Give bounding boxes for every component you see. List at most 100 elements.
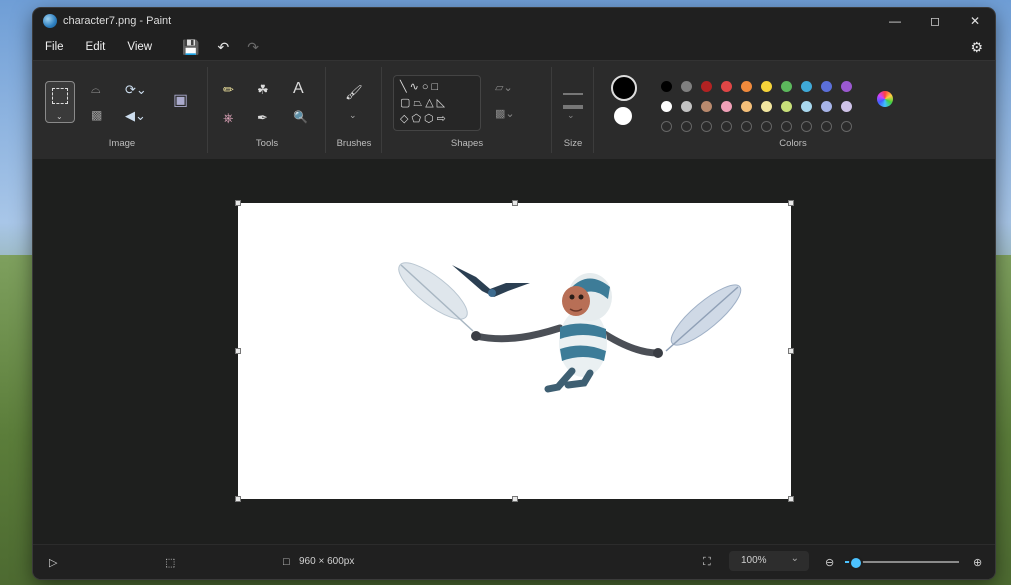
custom-color-slot[interactable] <box>681 121 692 132</box>
character-head <box>562 273 612 321</box>
title-bar: character7.png - Paint — ◻ ✕ <box>33 8 995 34</box>
paint-app-icon <box>43 14 57 28</box>
zoom-in-icon[interactable]: ⊕ <box>973 556 982 569</box>
palette-swatch[interactable] <box>761 101 772 112</box>
window-title: character7.png - Paint <box>63 15 172 27</box>
resize-handle-top-left[interactable] <box>235 200 241 206</box>
selection-tool-button[interactable]: ⌄ <box>45 81 75 123</box>
settings-gear-icon[interactable]: ⚙ <box>970 39 983 56</box>
image-select-icon[interactable]: ▣ <box>173 93 188 109</box>
menu-edit[interactable]: Edit <box>86 41 106 53</box>
custom-color-slot[interactable] <box>741 121 752 132</box>
size-icon[interactable] <box>563 93 583 109</box>
zoom-dropdown[interactable]: 100% ⌄ <box>729 551 809 571</box>
resize-handle-bottom[interactable] <box>512 496 518 502</box>
custom-color-slot[interactable] <box>781 121 792 132</box>
zoom-out-icon[interactable]: ⊖ <box>825 556 834 569</box>
palette-swatch[interactable] <box>741 81 752 92</box>
redo-icon[interactable]: ↷ <box>247 39 259 56</box>
canvas-size-text: 960 × 600px <box>299 556 355 567</box>
maximize-button[interactable]: ◻ <box>915 8 955 34</box>
resize-handle-top[interactable] <box>512 200 518 206</box>
palette-swatch[interactable] <box>741 101 752 112</box>
minimize-button[interactable]: — <box>875 8 915 34</box>
tools-group: ✏ ☘ A ⎈ ✒ 🔍 Tools <box>209 67 326 153</box>
palette-swatch[interactable] <box>701 81 712 92</box>
bird <box>452 265 530 297</box>
palette-swatch[interactable] <box>781 101 792 112</box>
magnifier-icon[interactable]: 🔍 <box>293 111 308 123</box>
secondary-color[interactable] <box>614 107 632 125</box>
flip-icon[interactable]: ◀⌄ <box>125 109 146 122</box>
cursor-position-icon: ▷ <box>49 557 58 569</box>
menu-bar: File Edit View 💾 ↶ ↷ ⚙ <box>33 34 995 60</box>
palette-swatch[interactable] <box>681 101 692 112</box>
drawing-canvas[interactable] <box>235 200 794 502</box>
primary-color[interactable] <box>611 75 637 101</box>
shapes-row-2: ▢⏢△◺ <box>400 97 449 109</box>
resize-handle-bottom-left[interactable] <box>235 496 241 502</box>
palette-swatch[interactable] <box>841 81 852 92</box>
custom-color-slot[interactable] <box>821 121 832 132</box>
color-picker-icon[interactable]: ✒ <box>257 111 268 124</box>
shapes-gallery[interactable]: ╲∿○□ ▢⏢△◺ ◇⬠⬡⇨ <box>393 75 481 131</box>
status-bar: ▷ ⬚ □ 960 × 600px ⛶ 100% ⌄ ⊖ ⊕ <box>33 544 995 579</box>
zoom-slider[interactable] <box>845 556 959 570</box>
custom-color-slot[interactable] <box>661 121 672 132</box>
custom-color-slot[interactable] <box>841 121 852 132</box>
palette-swatch[interactable] <box>661 81 672 92</box>
selection-size-icon: ⬚ <box>165 557 176 569</box>
fit-to-window-icon[interactable]: ⛶ <box>703 556 711 569</box>
palette-swatch[interactable] <box>801 81 812 92</box>
brushes-dropdown-icon[interactable]: ⌄ <box>349 111 357 120</box>
menu-view[interactable]: View <box>127 41 152 53</box>
size-dropdown-icon[interactable]: ⌄ <box>567 111 575 120</box>
resize-handle-top-right[interactable] <box>788 200 794 206</box>
zoom-slider-thumb[interactable] <box>849 556 864 570</box>
resize-handle-left[interactable] <box>235 348 241 354</box>
text-tool-icon[interactable]: A <box>293 81 304 97</box>
palette-swatch[interactable] <box>661 101 672 112</box>
image-group-label: Image <box>108 138 136 149</box>
menu-file[interactable]: File <box>45 41 64 53</box>
custom-color-slot[interactable] <box>801 121 812 132</box>
custom-color-slot[interactable] <box>701 121 712 132</box>
left-feather <box>398 262 474 332</box>
palette-swatch[interactable] <box>701 101 712 112</box>
shapes-row-3: ◇⬠⬡⇨ <box>400 113 449 125</box>
resize-handle-right[interactable] <box>788 348 794 354</box>
resize-icon[interactable]: ▩ <box>91 109 102 121</box>
crop-icon[interactable]: ⌓ <box>91 83 101 95</box>
edit-colors-icon[interactable] <box>877 91 893 107</box>
shapes-row-1: ╲∿○□ <box>400 81 442 93</box>
palette-swatch[interactable] <box>801 101 812 112</box>
palette-swatch[interactable] <box>681 81 692 92</box>
palette-swatch[interactable] <box>841 101 852 112</box>
shape-fill-icon[interactable]: ▩⌄ <box>495 109 515 120</box>
palette-swatch[interactable] <box>821 101 832 112</box>
resize-handle-bottom-right[interactable] <box>788 496 794 502</box>
palette-swatch[interactable] <box>721 81 732 92</box>
palette-swatch[interactable] <box>821 81 832 92</box>
eraser-icon[interactable]: ⎈ <box>223 111 233 124</box>
character-illustration <box>398 262 742 393</box>
tools-group-label: Tools <box>255 138 279 149</box>
brush-icon[interactable]: 🖌 <box>345 85 363 99</box>
character-body <box>544 309 607 393</box>
size-group: ⌄ Size <box>553 67 594 153</box>
pencil-icon[interactable]: ✏ <box>223 83 234 96</box>
palette-swatch[interactable] <box>781 81 792 92</box>
custom-color-slot[interactable] <box>761 121 772 132</box>
palette-swatch[interactable] <box>721 101 732 112</box>
undo-icon[interactable]: ↶ <box>218 39 230 56</box>
rotate-icon[interactable]: ⟳⌄ <box>125 83 147 96</box>
canvas-area <box>33 159 995 545</box>
palette-swatch[interactable] <box>761 81 772 92</box>
close-button[interactable]: ✕ <box>955 8 995 34</box>
fill-bucket-icon[interactable]: ☘ <box>257 83 269 96</box>
canvas-size-icon: □ <box>283 556 290 568</box>
colors-group: Colors <box>595 67 991 153</box>
custom-color-slot[interactable] <box>721 121 732 132</box>
shape-outline-icon[interactable]: ▱⌄ <box>495 83 513 94</box>
save-icon[interactable]: 💾 <box>182 39 199 56</box>
